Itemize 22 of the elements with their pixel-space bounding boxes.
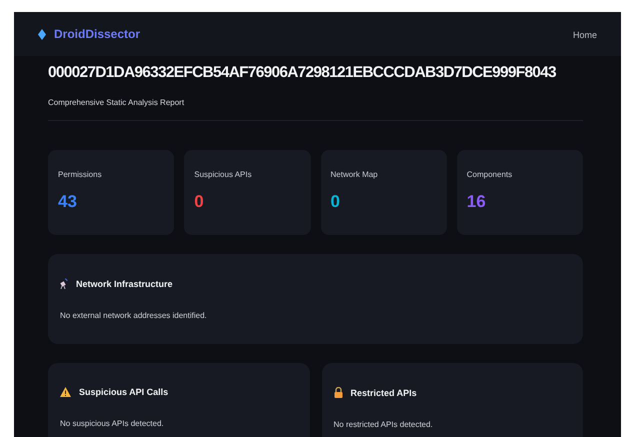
- stat-label: Suspicious APIs: [194, 170, 253, 179]
- stat-value: 43: [58, 192, 78, 212]
- warning-icon: [60, 387, 71, 397]
- lock-icon: [334, 387, 342, 398]
- panel-message: No suspicious APIs detected.: [60, 419, 165, 428]
- panel-title: Network Infrastructure: [76, 278, 173, 288]
- nav-link[interactable]: Home: [572, 30, 597, 40]
- stat-label: Components: [466, 170, 514, 179]
- satellite-icon: [60, 278, 68, 289]
- stat-label: Permissions: [58, 170, 103, 179]
- brand-name: DroidDissector: [54, 27, 140, 41]
- stat-label: Network Map: [330, 170, 379, 179]
- panel-title: Suspicious API Calls: [79, 387, 168, 397]
- panel-message: No external network addresses identified.: [60, 311, 208, 320]
- stat-value: 0: [330, 192, 341, 212]
- report-title: 000027D1DA96332EFCB54AF76906A7298121EBCCCDAB3D7DCE999F8043: [48, 64, 557, 82]
- panel-message: No restricted APIs detected.: [334, 420, 434, 429]
- report-subtitle: Comprehensive Static Analysis Report: [48, 98, 186, 107]
- panel-title: Restricted APIs: [350, 388, 417, 398]
- diamond-icon: [38, 28, 46, 40]
- stat-value: 0: [194, 192, 205, 212]
- stat-value: 16: [466, 192, 487, 212]
